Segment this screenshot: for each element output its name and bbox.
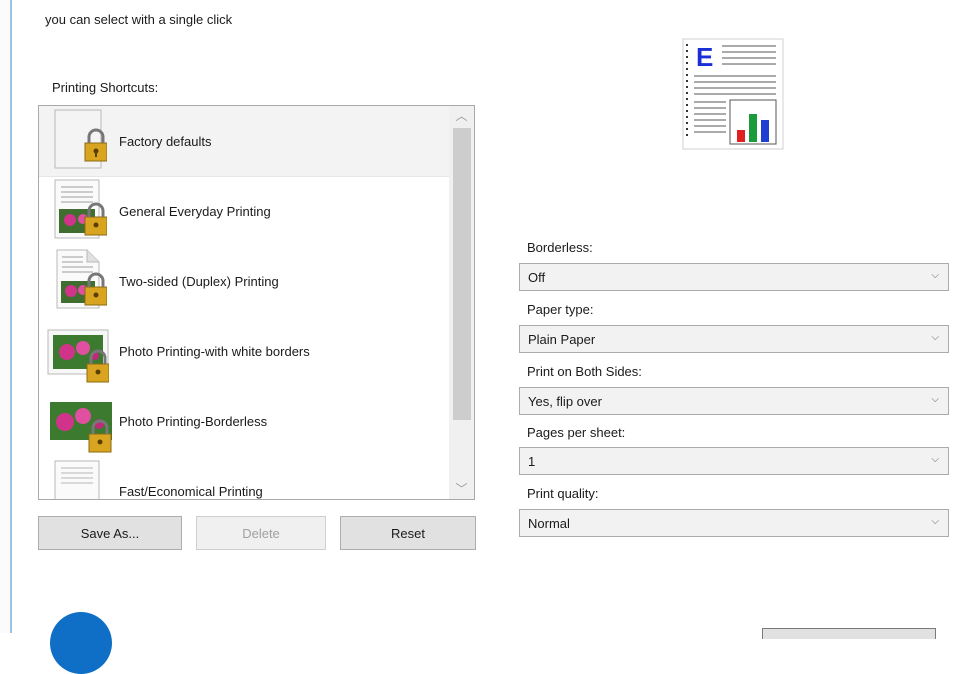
borderless-label: Borderless: [527, 240, 593, 255]
save-as-button[interactable]: Save As... [38, 516, 182, 550]
chevron-down-icon: ⌵ [931, 454, 939, 465]
shortcuts-scrollbar[interactable]: ︿ ﹀ [449, 106, 474, 499]
print-quality-label: Print quality: [527, 486, 599, 501]
shortcut-item-label: Fast/Economical Printing [119, 484, 263, 499]
pages-per-sheet-select[interactable]: 1 ⌵ [519, 447, 949, 475]
shortcut-item-label: Photo Printing-with white borders [119, 343, 310, 359]
shortcut-item-label: Two-sided (Duplex) Printing [119, 273, 279, 289]
shortcut-item-label: Photo Printing-Borderless [119, 413, 268, 429]
scroll-up-arrow-icon[interactable]: ︿ [449, 106, 474, 126]
bottom-action-button[interactable] [762, 628, 936, 639]
chevron-down-icon: ⌵ [931, 270, 939, 281]
photo-document-lock-icon [54, 179, 107, 239]
print-both-sides-label: Print on Both Sides: [527, 364, 642, 379]
shortcut-item-photo-white-borders[interactable]: Photo Printing-with white borders [39, 316, 449, 386]
print-preview-document-icon: E [682, 38, 784, 150]
pages-per-sheet-value: 1 [528, 453, 536, 469]
chevron-down-icon: ⌵ [931, 516, 939, 527]
chevron-down-icon: ⌵ [931, 394, 939, 405]
chevron-down-icon: ⌵ [931, 332, 939, 343]
hp-logo-icon [50, 612, 112, 674]
photo-bordered-lock-icon [47, 329, 109, 383]
window-left-edge [0, 0, 12, 633]
scroll-down-arrow-icon[interactable]: ﹀ [449, 479, 474, 499]
paper-type-value: Plain Paper [528, 331, 596, 347]
pages-per-sheet-label: Pages per sheet: [527, 425, 626, 440]
shortcut-item-two-sided[interactable]: Two-sided (Duplex) Printing [39, 246, 449, 316]
shortcut-item-general-everyday[interactable]: General Everyday Printing [39, 176, 449, 246]
printing-shortcuts-label: Printing Shortcuts: [52, 80, 159, 95]
photo-borderless-lock-icon [50, 402, 112, 453]
print-quality-value: Normal [528, 515, 570, 531]
blank-page-lock-icon [54, 109, 107, 169]
preview-letter: E [696, 42, 713, 72]
paper-type-select[interactable]: Plain Paper ⌵ [519, 325, 949, 353]
intro-text: you can select with a single click [45, 12, 233, 27]
shortcut-item-label: General Everyday Printing [119, 203, 271, 219]
duplex-document-lock-icon [56, 249, 107, 309]
print-both-sides-value: Yes, flip over [528, 393, 602, 409]
delete-button[interactable]: Delete [196, 516, 326, 550]
shortcut-item-fast-economical[interactable]: Fast/Economical Printing [39, 456, 449, 499]
reset-button[interactable]: Reset [340, 516, 476, 550]
borderless-value: Off [528, 269, 546, 285]
borderless-select[interactable]: Off ⌵ [519, 263, 949, 291]
shortcut-item-factory-defaults[interactable]: Factory defaults [39, 106, 449, 177]
scrollbar-thumb[interactable] [453, 128, 471, 420]
printing-shortcuts-list[interactable]: Factory defaults General Everyday Printi… [38, 105, 475, 500]
print-quality-select[interactable]: Normal ⌵ [519, 509, 949, 537]
economical-document-icon [54, 460, 100, 499]
paper-type-label: Paper type: [527, 302, 594, 317]
shortcut-item-label: Factory defaults [119, 133, 212, 149]
shortcut-item-photo-borderless[interactable]: Photo Printing-Borderless [39, 386, 449, 456]
print-both-sides-select[interactable]: Yes, flip over ⌵ [519, 387, 949, 415]
